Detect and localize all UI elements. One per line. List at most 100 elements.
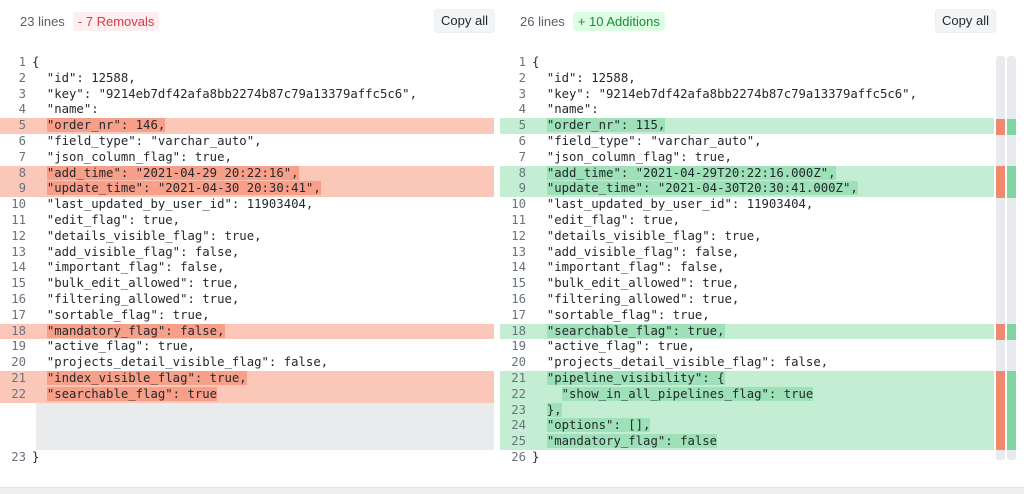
- code-line: 3 "key": "9214eb7df42afa8bb2274b87c79a13…: [500, 87, 994, 103]
- line-text: "bulk_edit_allowed": true,: [32, 276, 240, 291]
- left-lines-count: 23 lines: [20, 13, 65, 29]
- line-text: "last_updated_by_user_id": 11903404,: [532, 197, 814, 212]
- line-text: "pipeline_visibility": {: [546, 370, 725, 385]
- line-number: 12: [11, 228, 26, 243]
- line-number: 4: [518, 102, 526, 117]
- line-text: "details_visible_flag": true,: [532, 228, 762, 243]
- line-number: 15: [11, 276, 26, 291]
- overview-removal-mark: [996, 324, 1005, 340]
- code-line: 4 "name":: [0, 102, 494, 118]
- code-line: 22 "show_in_all_pipelines_flag": true: [500, 386, 994, 403]
- code-line: 25 "mandatory_flag": false: [500, 434, 994, 450]
- bottom-divider: [0, 487, 1024, 494]
- code-line: 21 "index_visible_flag": true,: [0, 370, 494, 387]
- line-text: "details_visible_flag": true,: [32, 228, 262, 243]
- line-text: "projects_detail_visible_flag": false,: [32, 355, 329, 370]
- line-text: "edit_flag": true,: [532, 212, 681, 227]
- overview-addition-mark: [1007, 324, 1016, 340]
- line-text: "key": "9214eb7df42afa8bb2274b87c79a1337…: [532, 86, 917, 101]
- code-line: 9 "update_time": "2021-04-30T20:30:41.00…: [500, 181, 994, 198]
- line-number: 1: [18, 55, 26, 69]
- line-number: 7: [518, 149, 526, 164]
- code-line: 10 "last_updated_by_user_id": 11903404,: [500, 197, 994, 213]
- line-number: 8: [518, 165, 526, 180]
- line-text: "field_type": "varchar_auto",: [532, 133, 762, 148]
- code-line: 26}: [500, 450, 994, 466]
- code-line: 4 "name":: [500, 102, 994, 118]
- code-line: 9 "update_time": "2021-04-30 20:30:41",: [0, 181, 494, 198]
- overview-additions-track[interactable]: [1007, 56, 1016, 460]
- line-text: "add_time": "2021-04-29 20:22:16",: [46, 165, 299, 180]
- line-number: 5: [18, 118, 26, 133]
- code-line: 1{: [0, 55, 494, 71]
- line-text: "last_updated_by_user_id": 11903404,: [32, 197, 314, 212]
- line-text: "filtering_allowed": true,: [532, 291, 740, 306]
- code-line: 8 "add_time": "2021-04-29T20:22:16.000Z"…: [500, 165, 994, 182]
- code-line: 6 "field_type": "varchar_auto",: [500, 134, 994, 150]
- code-line: 16 "filtering_allowed": true,: [500, 292, 994, 308]
- code-line: 14 "important_flag": false,: [500, 260, 994, 276]
- line-text: "json_column_flag": true,: [32, 149, 232, 164]
- line-text: "update_time": "2021-04-30T20:30:41.000Z…: [546, 181, 858, 196]
- line-text: "bulk_edit_allowed": true,: [532, 276, 740, 291]
- code-line: 24 "options": [],: [500, 418, 994, 435]
- right-copy-all-button[interactable]: Copy all: [935, 9, 996, 33]
- code-line: 17 "sortable_flag": true,: [500, 308, 994, 324]
- diff-viewer: 23 lines - 7 Removals Copy all 1{2 "id":…: [0, 0, 1024, 494]
- line-number: 22: [11, 386, 26, 401]
- code-line: 21 "pipeline_visibility": {: [500, 370, 994, 387]
- line-number: 21: [511, 370, 526, 385]
- line-number: 3: [18, 86, 26, 101]
- right-header: 26 lines + 10 Additions: [520, 9, 665, 33]
- code-line: 11 "edit_flag": true,: [500, 213, 994, 229]
- line-text: },: [546, 402, 562, 417]
- line-number: 19: [511, 339, 526, 354]
- line-number: 26: [511, 449, 526, 464]
- line-number: 12: [511, 228, 526, 243]
- overview-removal-mark: [996, 371, 1005, 450]
- line-number: 9: [18, 181, 26, 196]
- code-line: 7 "json_column_flag": true,: [500, 150, 994, 166]
- line-text: "edit_flag": true,: [32, 212, 181, 227]
- line-text: "order_nr": 146,: [46, 118, 166, 133]
- line-number: 2: [518, 70, 526, 85]
- line-number: 7: [18, 149, 26, 164]
- line-number: 16: [11, 291, 26, 306]
- left-copy-all-button[interactable]: Copy all: [434, 9, 495, 33]
- line-text: "json_column_flag": true,: [532, 149, 732, 164]
- code-line: 11 "edit_flag": true,: [0, 213, 494, 229]
- diff-gap-filler: [36, 402, 494, 450]
- line-number: 11: [511, 212, 526, 227]
- line-text: "active_flag": true,: [532, 339, 695, 354]
- line-number: 6: [518, 133, 526, 148]
- code-line: 13 "add_visible_flag": false,: [500, 245, 994, 261]
- line-number: 17: [11, 307, 26, 322]
- left-code-panel[interactable]: 1{2 "id": 12588, 3 "key": "9214eb7df42afa…: [0, 55, 494, 466]
- line-text: "name":: [532, 102, 599, 117]
- line-number: 15: [511, 276, 526, 291]
- line-number: 17: [511, 307, 526, 322]
- code-line: 12 "details_visible_flag": true,: [500, 229, 994, 245]
- code-line: 2 "id": 12588,: [500, 71, 994, 87]
- code-line: 15 "bulk_edit_allowed": true,: [500, 276, 994, 292]
- right-code-panel[interactable]: 1{2 "id": 12588, 3 "key": "9214eb7df42afa…: [500, 55, 994, 466]
- line-text: "mandatory_flag": false: [546, 434, 718, 449]
- diff-overview-ruler[interactable]: [996, 56, 1018, 460]
- line-number: 23: [511, 402, 526, 417]
- code-line: 14 "important_flag": false,: [0, 260, 494, 276]
- line-text: "filtering_allowed": true,: [32, 291, 240, 306]
- code-line: 5 "order_nr": 146,: [0, 118, 494, 134]
- line-number: 4: [18, 102, 26, 117]
- line-text: "sortable_flag": true,: [32, 307, 210, 322]
- line-text: "searchable_flag": true: [46, 386, 218, 401]
- line-text: "add_time": "2021-04-29T20:22:16.000Z",: [546, 165, 836, 180]
- overview-removals-track[interactable]: [996, 56, 1005, 460]
- code-line: 20 "projects_detail_visible_flag": false…: [500, 355, 994, 371]
- line-number: 1: [518, 55, 526, 69]
- line-text: "add_visible_flag": false,: [32, 244, 240, 259]
- code-line: 5 "order_nr": 115,: [500, 118, 994, 134]
- line-number: 10: [511, 197, 526, 212]
- line-text: "show_in_all_pipelines_flag": true: [561, 386, 814, 401]
- line-text: "mandatory_flag": false,: [46, 323, 225, 338]
- right-lines-count: 26 lines: [520, 13, 565, 29]
